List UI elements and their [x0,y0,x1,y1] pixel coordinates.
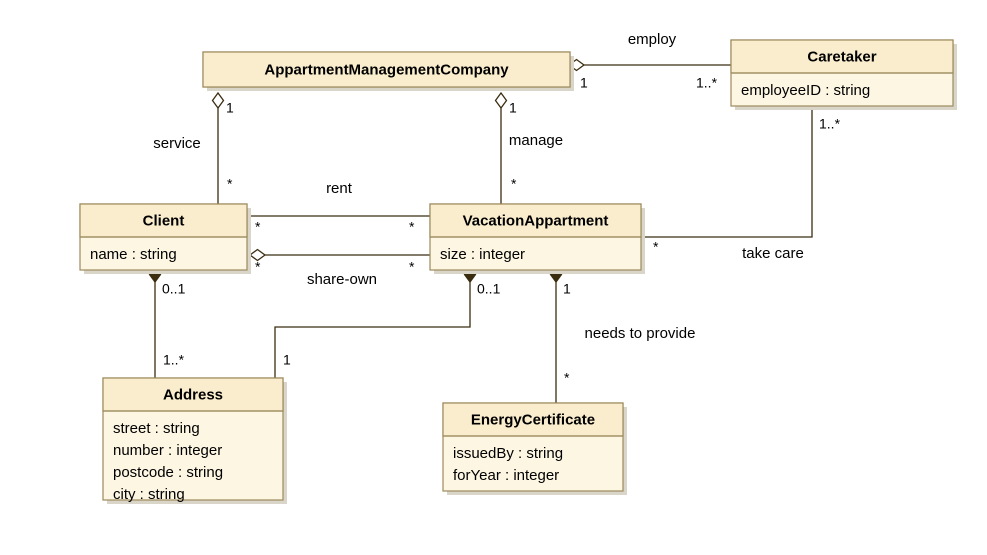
multiplicity-from-service: 1 [226,100,234,116]
multiplicity-from-share-own: * [255,259,261,275]
diagram-canvas: employ1 1..*service1*manage1*rent* *share-… [79,31,957,504]
class-attribute: name : string [90,246,177,263]
association-label-service: service [153,135,201,152]
class-attribute: postcode : string [113,464,223,481]
association-label-rent: rent [326,180,353,197]
multiplicity-to-employ: 1..* [696,75,718,91]
association-label-manage: manage [509,132,563,149]
class-attribute: employeeID : string [741,82,870,99]
multiplicity-to-share-own: * [409,259,415,275]
association-manage: manage 1 * [494,91,563,204]
association-label-share-own: share-own [307,271,377,288]
aggregation-diamond-service [211,91,225,110]
aggregation-diamond-manage [494,91,508,110]
classes-layer: AppartmentManagementCompany Caretaker empl… [79,39,957,504]
multiplicity-to-rent: * [409,219,415,235]
class-box-company[interactable]: AppartmentManagementCompany [202,51,574,91]
class-name-vacation: VacationAppartment [463,212,609,229]
class-name-address: Address [163,386,223,403]
multiplicity-to-vacation-address: 1 [283,352,291,368]
multiplicity-to-service: * [227,176,233,192]
multiplicity-from-needs-to-provide: 1 [563,281,571,297]
class-name-company: AppartmentManagementCompany [264,61,509,78]
multiplicity-from-rent: * [255,219,261,235]
association-share-own: share-own * * [248,248,430,288]
class-attribute: number : integer [113,442,222,459]
multiplicity-from-client-address: 0..1 [162,281,186,297]
multiplicity-from-manage: 1 [509,100,517,116]
multiplicity-to-take-care: 1..* [819,116,841,132]
association-needs-to-provide: needs to provide 1 * [549,265,696,403]
association-label-take-care: take care [742,245,804,262]
association-take-care: take care * 1..* [641,106,841,262]
multiplicity-to-needs-to-provide: * [564,370,570,386]
class-box-energy[interactable]: EnergyCertificate issuedBy : string forYea… [442,402,627,495]
class-attribute: forYear : integer [453,467,559,484]
class-attribute: street : string [113,420,200,437]
class-name-caretaker: Caretaker [807,48,876,65]
multiplicity-to-manage: * [511,176,517,192]
class-box-caretaker[interactable]: Caretaker employeeID : string [730,39,957,110]
association-line-vacation-address [274,282,471,378]
class-name-energy: EnergyCertificate [471,411,595,428]
class-attribute: size : integer [440,246,525,263]
class-attribute: issuedBy : string [453,445,563,462]
uml-class-diagram: employ 1 1..* service 1 * manage 1 * rent * * share-… [0,0,987,555]
multiplicity-from-employ: 1 [580,75,588,91]
association-employ: employ 1 1..* [567,31,731,91]
association-label-employ: employ [628,31,677,48]
class-attribute: city : string [113,486,185,503]
multiplicity-to-client-address: 1..* [163,352,185,368]
class-name-client: Client [143,212,185,229]
multiplicity-from-vacation-address: 0..1 [477,281,501,297]
association-label-needs-to-provide: needs to provide [585,325,696,342]
association-line-take-care [641,106,813,238]
association-client-address: 0..1 1..* [148,265,186,378]
class-box-client[interactable]: Client name : string [79,203,251,274]
association-rent: rent * * [247,180,430,235]
class-box-vacation[interactable]: VacationAppartment size : integer [429,203,645,274]
class-box-address[interactable]: Address street : string number : integer po… [102,377,287,504]
association-service: service 1 * [153,91,234,204]
multiplicity-from-take-care: * [653,239,659,255]
